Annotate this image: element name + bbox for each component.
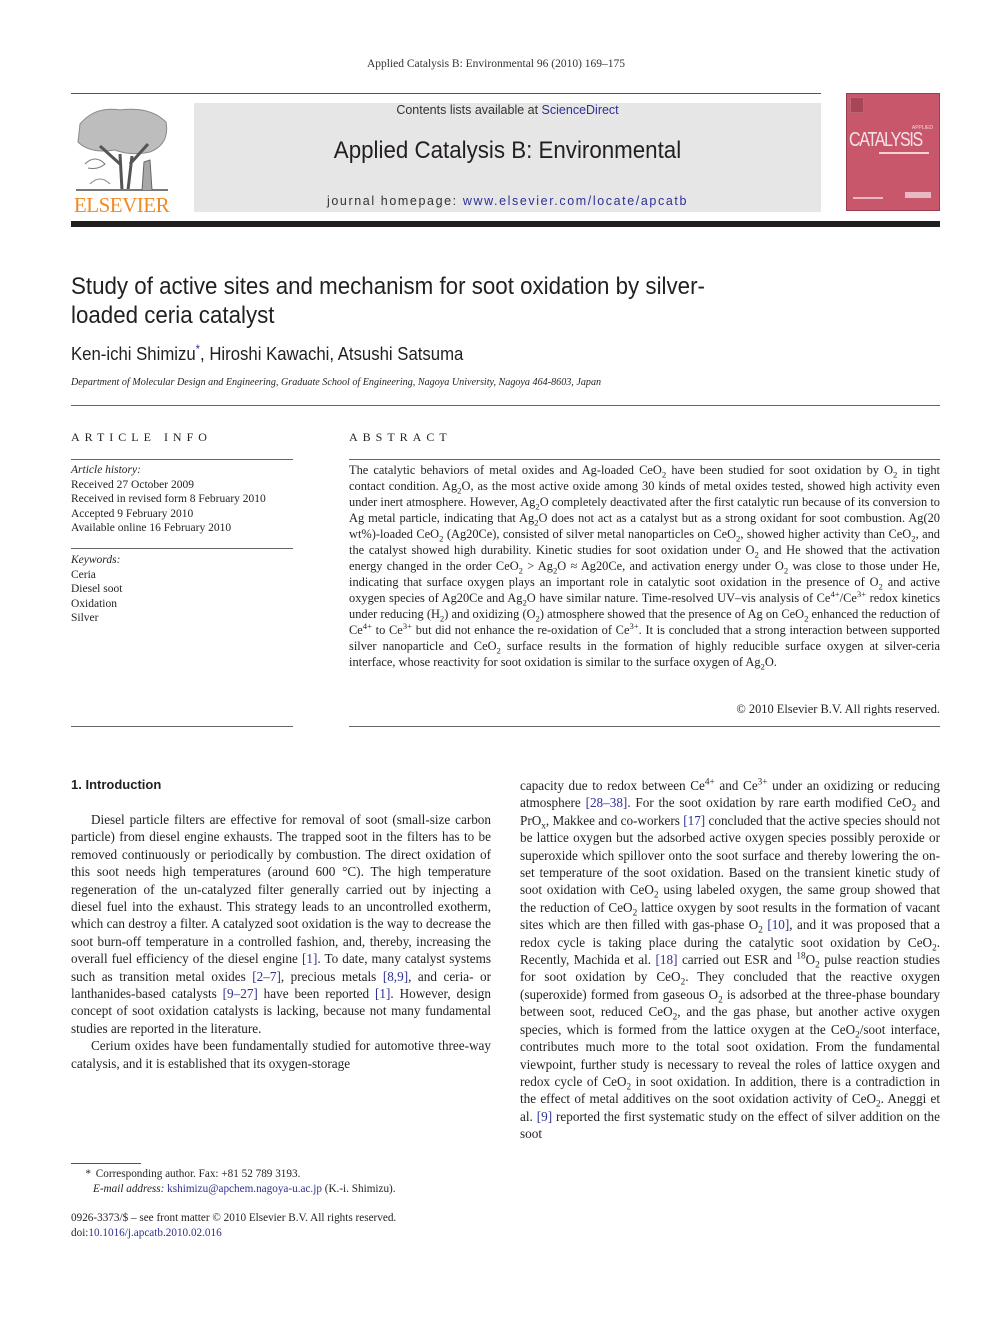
footnote-rule [71, 1163, 141, 1164]
keywords-rule [71, 548, 293, 549]
cover-subtitle-bar [879, 152, 929, 154]
article-info-rule [71, 459, 293, 460]
cover-emblem-icon [850, 97, 864, 113]
sciencedirect-link[interactable]: ScienceDirect [542, 103, 619, 117]
keywords: Keywords: Ceria Diesel soot Oxidation Si… [71, 553, 293, 626]
article-info-bottom-rule [71, 726, 293, 727]
author-list: Ken-ichi Shimizu*, Hiroshi Kawachi, Atsu… [71, 343, 464, 365]
keyword: Ceria [71, 568, 96, 581]
doi-prefix: doi: [71, 1227, 89, 1239]
citation-link[interactable]: [28–38] [586, 795, 628, 810]
citation-link[interactable]: [10] [767, 917, 789, 932]
history-label: Article history: [71, 464, 141, 476]
publisher-logo-text: ELSEVIER [73, 193, 170, 217]
affiliation: Department of Molecular Design and Engin… [71, 376, 602, 388]
introduction-heading: 1. Introduction [71, 777, 162, 792]
cover-publisher-mark [905, 192, 931, 198]
abstract-heading: ABSTRACT [349, 430, 452, 444]
footnote: * Corresponding author. Fax: +81 52 789 … [71, 1167, 396, 1197]
abstract-copyright: © 2010 Elsevier B.V. All rights reserved… [736, 702, 940, 716]
history-item: Available online 16 February 2010 [71, 522, 232, 534]
author-separator: , [329, 344, 338, 364]
author-name: Atsushi Satsuma [337, 344, 464, 364]
homepage-link[interactable]: www.elsevier.com/locate/apcatb [463, 194, 688, 208]
citation-link[interactable]: [2–7] [252, 969, 281, 984]
abstract-text: The catalytic behaviors of metal oxides … [349, 463, 941, 672]
journal-name: Applied Catalysis B: Environmental [333, 137, 682, 164]
abstract-bottom-rule [349, 726, 940, 727]
cover-footer-bar [853, 197, 883, 199]
history-item: Received 27 October 2009 [71, 478, 194, 491]
article-info-heading: ARTICLE INFO [71, 430, 212, 444]
doi-link[interactable]: 10.1016/j.apcatb.2010.02.016 [88, 1227, 221, 1239]
email-suffix: (K.-i. Shimizu). [321, 1183, 396, 1195]
body-paragraph: capacity due to redox between Ce4+ and C… [520, 776, 941, 1142]
keyword: Oxidation [71, 597, 117, 610]
section-divider [71, 405, 940, 406]
front-matter: 0926-3373/$ – see front matter © 2010 El… [71, 1211, 396, 1241]
footnote-star: * [85, 1168, 91, 1180]
journal-cover-image: APPLIED CATALYSIS [846, 93, 940, 211]
keyword: Diesel soot [71, 583, 123, 595]
author-name: Ken-ichi Shimizu [71, 344, 196, 364]
body-column-left: Diesel particle filters are effective fo… [71, 811, 491, 1072]
citation-link[interactable]: [8,9] [383, 969, 408, 984]
history-item: Received in revised form 8 February 2010 [71, 493, 266, 505]
keyword: Silver [71, 612, 99, 624]
citation-link[interactable]: [1] [375, 986, 390, 1001]
citation-link[interactable]: [9] [537, 1109, 552, 1124]
running-head: Applied Catalysis B: Environmental 96 (2… [366, 58, 626, 70]
issn-line: 0926-3373/$ – see front matter © 2010 El… [71, 1212, 397, 1224]
citation-link[interactable]: [17] [683, 813, 705, 828]
body-column-right: capacity due to redox between Ce4+ and C… [520, 777, 940, 1143]
body-paragraph: Diesel particle filters are effective fo… [71, 812, 491, 1036]
author-name: Hiroshi Kawachi [209, 344, 330, 364]
email-link[interactable]: kshimizu@apchem.nagoya-u.ac.jp [167, 1183, 322, 1195]
citation-link[interactable]: [18] [656, 952, 678, 967]
body-paragraph: Cerium oxides have been fundamentally st… [71, 1038, 491, 1071]
author-separator: , [200, 344, 210, 364]
journal-homepage: journal homepage: www.elsevier.com/locat… [194, 194, 821, 208]
article-history: Article history: Received 27 October 200… [71, 463, 293, 536]
abstract-rule [349, 459, 940, 460]
masthead-thick-rule [71, 221, 940, 227]
citation-link[interactable]: [1] [302, 951, 317, 966]
history-item: Accepted 9 February 2010 [71, 507, 194, 520]
contents-prefix: Contents lists available at [396, 103, 542, 117]
cover-title: CATALYSIS [849, 129, 923, 151]
corresponding-author-note: Corresponding author. Fax: +81 52 789 31… [95, 1168, 301, 1180]
homepage-prefix: journal homepage: [327, 194, 463, 208]
email-label: E-mail address: [93, 1183, 165, 1195]
keywords-label: Keywords: [71, 554, 121, 566]
header-divider [71, 93, 821, 94]
article-title: Study of active sites and mechanism for … [71, 273, 705, 329]
citation-link[interactable]: [9–27] [223, 986, 258, 1001]
contents-line: Contents lists available at ScienceDirec… [194, 103, 821, 117]
